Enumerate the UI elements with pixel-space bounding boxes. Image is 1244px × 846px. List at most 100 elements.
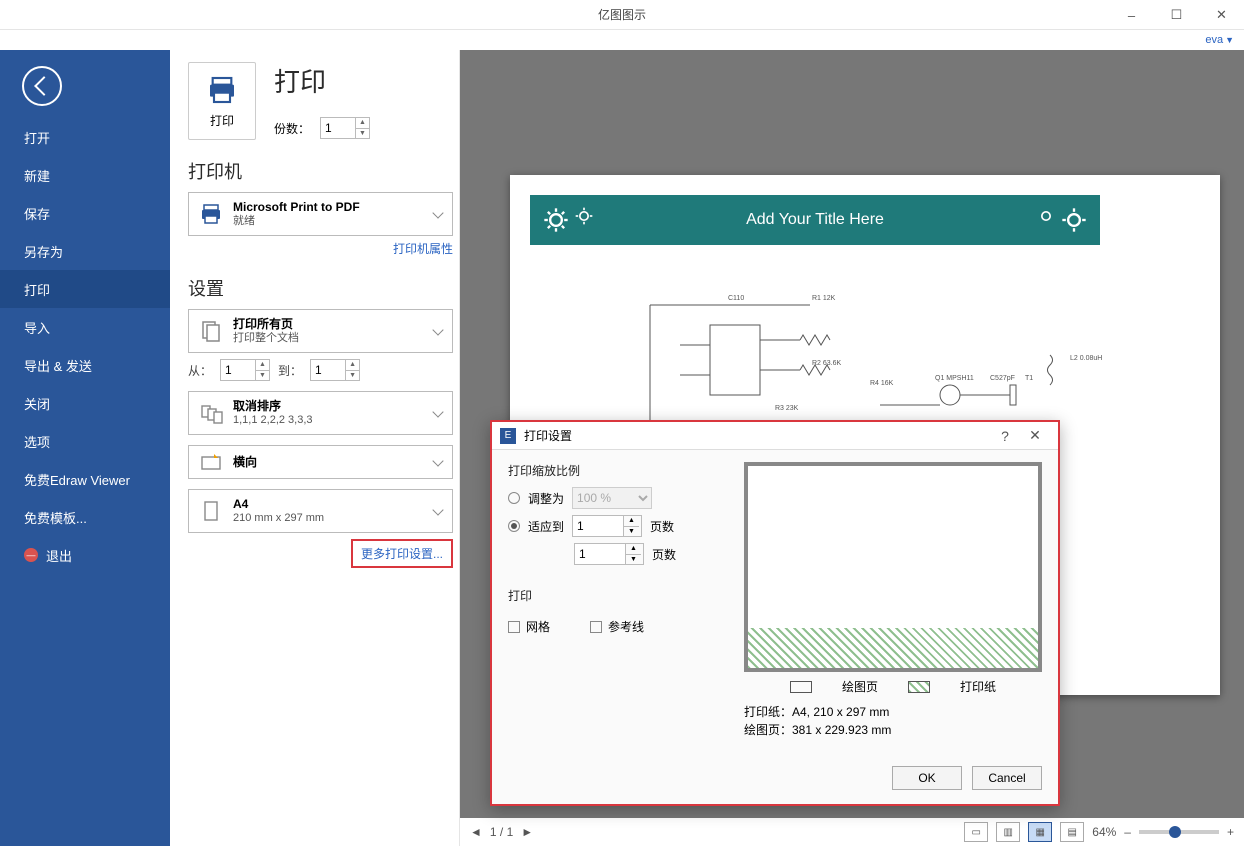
view-mode-4[interactable]: ▤ [1060, 822, 1084, 842]
print-button[interactable]: 打印 [188, 62, 256, 140]
info-print-paper: 打印纸：A4, 210 x 297 mm [744, 703, 1042, 721]
sidebar-item-options[interactable]: 选项 [0, 422, 170, 460]
page-title: 打印 [274, 62, 370, 99]
radio-adjust-to[interactable] [508, 492, 520, 504]
legend-swatch-drawing [790, 681, 812, 693]
more-print-settings-link[interactable]: 更多打印设置... [351, 539, 453, 568]
checkbox-guides-label: 参考线 [608, 618, 644, 635]
adjust-percent-select: 100 % [572, 487, 652, 509]
to-label: 到： [278, 362, 302, 379]
info-drawing-page: 绘图页：381 x 229.923 mm [744, 721, 1042, 739]
printer-select[interactable]: Microsoft Print to PDF 就绪 [188, 192, 453, 236]
window-title-bar: 亿图图示 – ☐ ✕ [0, 0, 1244, 30]
window-maximize[interactable]: ☐ [1154, 0, 1199, 30]
preview-template-header: Add Your Title Here [530, 195, 1100, 245]
ok-button[interactable]: OK [892, 766, 962, 790]
gear-icon [1036, 206, 1056, 226]
zoom-out[interactable]: – [1124, 825, 1131, 839]
collate-select[interactable]: 取消排序 1,1,1 2,2,2 3,3,3 [188, 391, 453, 435]
dialog-close-button[interactable]: ✕ [1020, 427, 1050, 444]
chevron-down-icon [432, 207, 443, 218]
prev-page-button[interactable]: ◄ [470, 825, 482, 839]
sidebar-item-exit[interactable]: — 退出 [0, 536, 170, 574]
dialog-title-bar[interactable]: E 打印设置 ? ✕ [492, 422, 1058, 450]
from-field[interactable]: ▲▼ [220, 359, 270, 381]
sidebar-item-saveas[interactable]: 另存为 [0, 232, 170, 270]
copies-field[interactable]: ▲▼ [320, 117, 370, 139]
arrow-left-icon [34, 76, 54, 96]
collate-icon [199, 401, 223, 425]
printer-icon [206, 74, 238, 106]
print-settings-panel: 打印 打印 份数： ▲▼ 打印机 Microsoft Print to PDF … [170, 50, 460, 846]
copies-input[interactable] [321, 118, 355, 138]
sidebar-item-export[interactable]: 导出 & 发送 [0, 346, 170, 384]
orientation-icon [199, 450, 223, 474]
fit-width-field[interactable]: ▲▼ [572, 515, 642, 537]
chevron-down-icon: ▼ [1225, 35, 1234, 45]
dialog-help-button[interactable]: ? [990, 428, 1020, 444]
chevron-down-icon [432, 324, 443, 335]
backstage-sidebar: 打开 新建 保存 另存为 打印 导入 导出 & 发送 关闭 选项 免费Edraw… [0, 50, 170, 846]
print-range-select[interactable]: 打印所有页 打印整个文档 [188, 309, 453, 353]
preview-template-title: Add Your Title Here [746, 211, 884, 229]
next-page-button[interactable]: ► [521, 825, 533, 839]
printer-section-title: 打印机 [188, 158, 453, 184]
spin-down[interactable]: ▼ [356, 129, 369, 139]
copies-label: 份数： [274, 120, 310, 137]
window-close[interactable]: ✕ [1199, 0, 1244, 30]
chevron-down-icon [432, 455, 443, 466]
paper-size-select[interactable]: A4 210 mm x 297 mm [188, 489, 453, 533]
svg-text:R4 16K: R4 16K [870, 380, 894, 387]
print-settings-dialog: E 打印设置 ? ✕ 打印缩放比例 调整为 100 % 适应到 ▲▼ 页数 ▲▼… [490, 420, 1060, 806]
collate-sub: 1,1,1 2,2,2 3,3,3 [233, 414, 424, 427]
preview-footer: ◄ 1 / 1 ► ▭ ▥ ▦ ▤ 64% – + [460, 818, 1244, 846]
spin-up[interactable]: ▲ [356, 118, 369, 129]
collate-title: 取消排序 [233, 399, 424, 413]
from-label: 从： [188, 362, 212, 379]
svg-text:R1 12K: R1 12K [812, 295, 836, 302]
sidebar-item-close[interactable]: 关闭 [0, 384, 170, 422]
view-mode-2[interactable]: ▥ [996, 822, 1020, 842]
paper-sub: 210 mm x 297 mm [233, 512, 424, 525]
sidebar-item-save[interactable]: 保存 [0, 194, 170, 232]
sidebar-item-new[interactable]: 新建 [0, 156, 170, 194]
sidebar-item-import[interactable]: 导入 [0, 308, 170, 346]
printer-properties-link[interactable]: 打印机属性 [188, 240, 453, 257]
view-mode-3[interactable]: ▦ [1028, 822, 1052, 842]
scale-group-title: 打印缩放比例 [508, 462, 728, 479]
legend-drawing-label: 绘图页 [842, 678, 878, 695]
window-minimize[interactable]: – [1109, 0, 1154, 30]
user-menu[interactable]: eva ▼ [0, 30, 1244, 50]
svg-text:L2 0.08uH: L2 0.08uH [1070, 355, 1102, 362]
page-icon [199, 499, 223, 523]
svg-text:T1: T1 [1025, 375, 1033, 382]
view-mode-1[interactable]: ▭ [964, 822, 988, 842]
back-button[interactable] [22, 66, 62, 106]
app-icon: E [500, 428, 516, 444]
fit-height-field[interactable]: ▲▼ [574, 543, 644, 565]
printer-name: Microsoft Print to PDF [233, 200, 424, 214]
chevron-down-icon [432, 406, 443, 417]
page-indicator: 1 / 1 [490, 825, 513, 839]
settings-section-title: 设置 [188, 275, 453, 301]
cancel-button[interactable]: Cancel [972, 766, 1042, 790]
zoom-slider[interactable] [1139, 830, 1219, 834]
chevron-down-icon [432, 504, 443, 515]
printer-status: 就绪 [233, 215, 424, 228]
printer-icon [199, 202, 223, 226]
to-field[interactable]: ▲▼ [310, 359, 360, 381]
orientation-select[interactable]: 横向 [188, 445, 453, 479]
user-name: eva [1205, 34, 1223, 46]
sidebar-item-print[interactable]: 打印 [0, 270, 170, 308]
checkbox-grid[interactable] [508, 621, 520, 633]
radio-adjust-label: 调整为 [528, 490, 564, 507]
sidebar-item-templates[interactable]: 免费模板... [0, 498, 170, 536]
dialog-title: 打印设置 [524, 427, 990, 444]
radio-fit-to[interactable] [508, 520, 520, 532]
sidebar-item-open[interactable]: 打开 [0, 118, 170, 156]
fit-height-label: 页数 [652, 546, 676, 563]
print-group-title: 打印 [508, 587, 728, 604]
sidebar-item-viewer[interactable]: 免费Edraw Viewer [0, 460, 170, 498]
checkbox-guides[interactable] [590, 621, 602, 633]
zoom-in[interactable]: + [1227, 825, 1234, 839]
